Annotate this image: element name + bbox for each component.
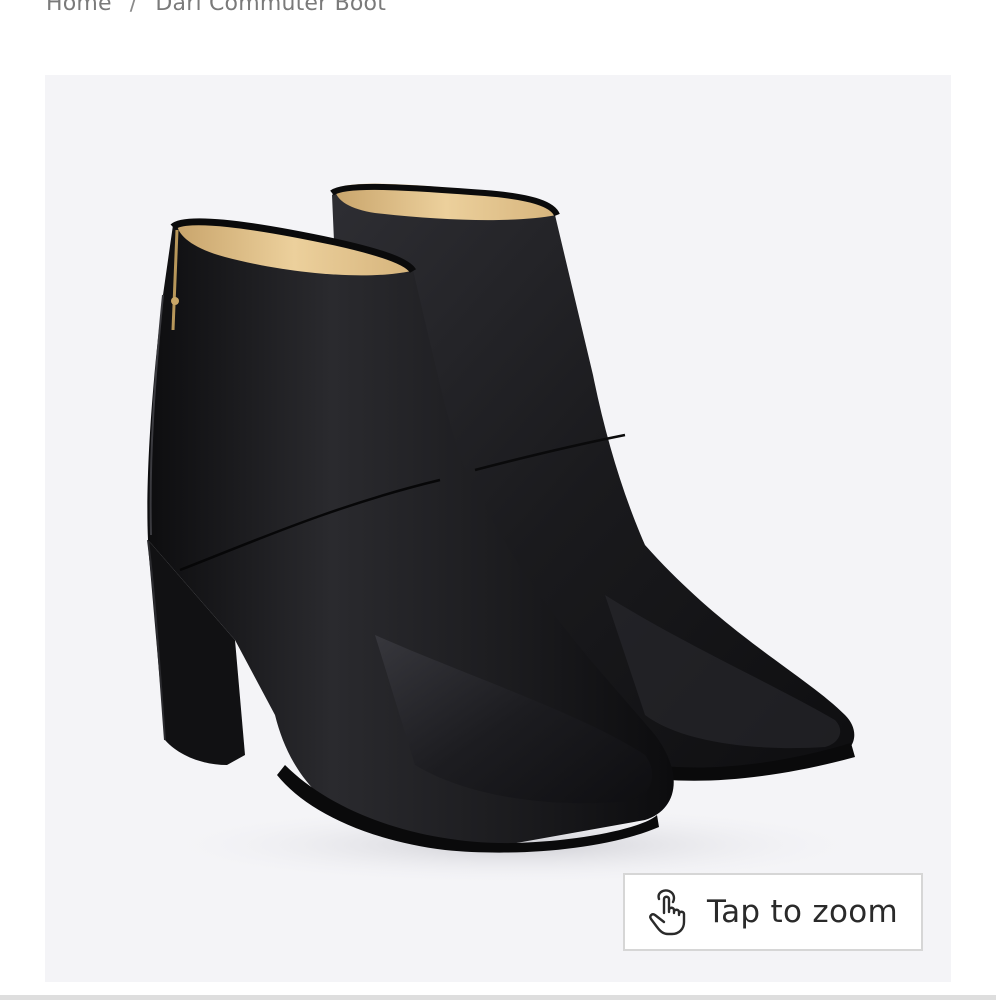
section-divider [0, 995, 996, 1000]
breadcrumb-current: Dari Commuter Boot [155, 0, 387, 16]
product-image-gallery[interactable]: Tap to zoom [45, 75, 951, 982]
zoom-button-label: Tap to zoom [707, 894, 899, 930]
breadcrumb-separator: / [129, 0, 138, 16]
breadcrumb-home-link[interactable]: Home [46, 0, 112, 16]
product-image[interactable] [45, 75, 951, 982]
breadcrumb: Home / Dari Commuter Boot [46, 0, 386, 18]
hand-tap-icon [649, 889, 686, 936]
product-page: Home / Dari Commuter Boot Tap to zoom [0, 0, 996, 1000]
tap-to-zoom-button[interactable]: Tap to zoom [623, 873, 923, 951]
